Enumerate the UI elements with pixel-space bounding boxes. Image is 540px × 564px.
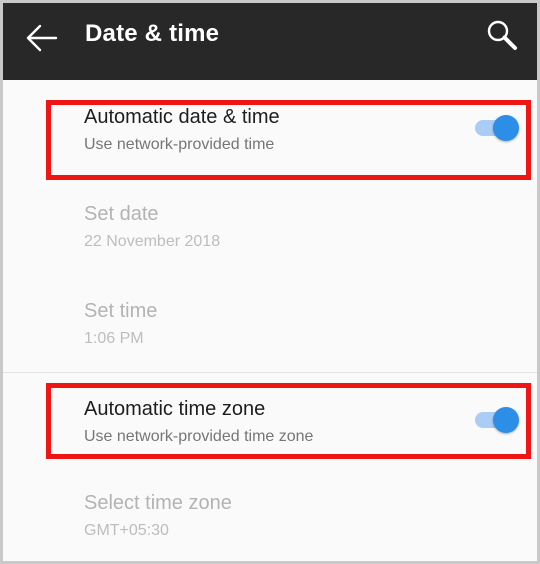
app-bar: Date & time <box>3 3 537 80</box>
setting-select-time-zone[interactable]: Select time zone GMT+05:30 <box>3 478 537 560</box>
highlight-box-automatic-time-zone <box>46 383 531 459</box>
setting-subtitle: 22 November 2018 <box>84 233 221 250</box>
setting-subtitle: 1:06 PM <box>84 330 144 347</box>
setting-title: Select time zone <box>84 492 232 514</box>
setting-title: Set time <box>84 300 158 322</box>
setting-set-date[interactable]: Set date 22 November 2018 <box>3 189 537 275</box>
search-icon[interactable] <box>485 18 519 52</box>
screen-frame: Date & time Automatic date & time Use ne… <box>0 0 540 564</box>
highlight-box-automatic-date-time <box>46 100 531 180</box>
page-title: Date & time <box>85 20 220 47</box>
setting-title: Set date <box>84 203 159 225</box>
setting-set-time[interactable]: Set time 1:06 PM <box>3 286 537 372</box>
back-arrow-icon[interactable] <box>25 23 59 53</box>
section-divider <box>3 372 537 373</box>
setting-subtitle: GMT+05:30 <box>84 522 169 539</box>
